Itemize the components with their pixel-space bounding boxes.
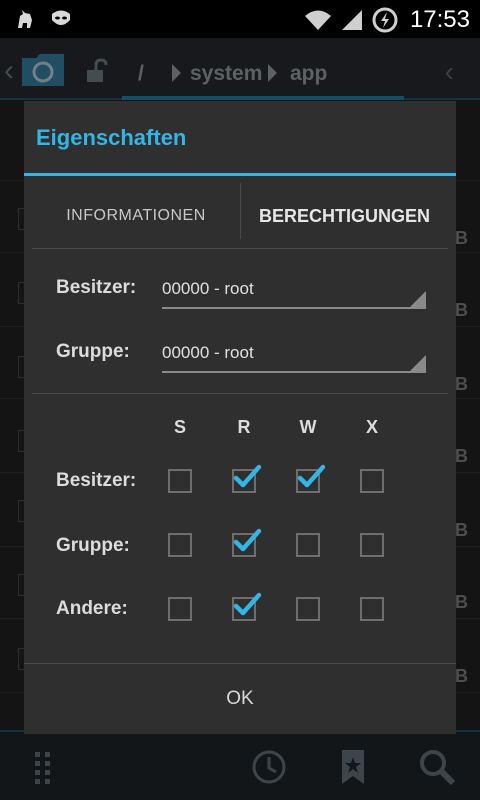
notification-app-icon	[18, 10, 32, 28]
dropdown-triangle-icon	[410, 355, 426, 371]
checkbox-besitzer-x[interactable]	[360, 469, 384, 493]
tab-informationen[interactable]: INFORMATIONEN	[32, 183, 240, 249]
clock: 17:53	[409, 6, 470, 33]
owner-value: 00000 - root	[162, 279, 254, 298]
signal-icon	[341, 10, 362, 30]
checkbox-andere-s[interactable]	[168, 597, 192, 621]
checkbox-besitzer-r[interactable]	[232, 464, 262, 493]
owner-label: Besitzer:	[56, 277, 137, 298]
checkmark-icon	[297, 464, 326, 488]
group-spinner[interactable]: 00000 - root	[162, 339, 426, 373]
checkmark-icon	[233, 528, 262, 552]
owner-row: Besitzer: 00000 - root	[24, 277, 456, 327]
perm-row-label-besitzer: Besitzer:	[56, 470, 137, 491]
perm-row-label-andere: Andere:	[56, 598, 128, 619]
perm-row-label-gruppe: Gruppe:	[56, 535, 130, 556]
checkbox-gruppe-r[interactable]	[232, 528, 262, 557]
ok-button[interactable]: OK	[24, 664, 456, 734]
checkbox-andere-x[interactable]	[360, 597, 384, 621]
dialog-tabs: INFORMATIONEN BERECHTIGUNGEN	[32, 183, 448, 249]
checkbox-andere-w[interactable]	[296, 597, 320, 621]
checkbox-besitzer-w[interactable]	[296, 464, 326, 493]
column-header-w: W	[299, 417, 317, 437]
checkmark-icon	[233, 592, 262, 616]
section-divider	[32, 393, 448, 394]
dialog-title: Eigenschaften	[36, 125, 187, 150]
dropdown-triangle-icon	[410, 291, 426, 307]
checkbox-gruppe-x[interactable]	[360, 533, 384, 557]
checkbox-besitzer-s[interactable]	[168, 469, 192, 493]
group-row: Gruppe: 00000 - root	[24, 341, 456, 391]
battery-charging-icon	[372, 7, 398, 33]
title-divider	[24, 173, 456, 176]
checkbox-gruppe-w[interactable]	[296, 533, 320, 557]
group-value: 00000 - root	[162, 343, 254, 362]
checkbox-andere-r[interactable]	[232, 592, 262, 621]
column-header-x: X	[365, 417, 378, 437]
tab-berechtigungen[interactable]: BERECHTIGUNGEN	[241, 183, 448, 249]
status-bar: 17:53	[0, 0, 480, 38]
mask-notification-icon	[52, 10, 70, 25]
column-header-s: S	[173, 417, 186, 437]
checkbox-gruppe-s[interactable]	[168, 533, 192, 557]
properties-dialog: Eigenschaften INFORMATIONEN BERECHTIGUNG…	[24, 101, 456, 734]
checkmark-icon	[233, 464, 262, 488]
group-label: Gruppe:	[56, 341, 130, 362]
wifi-icon	[304, 10, 331, 30]
column-header-r: R	[237, 417, 251, 437]
owner-spinner[interactable]: 00000 - root	[162, 275, 426, 309]
